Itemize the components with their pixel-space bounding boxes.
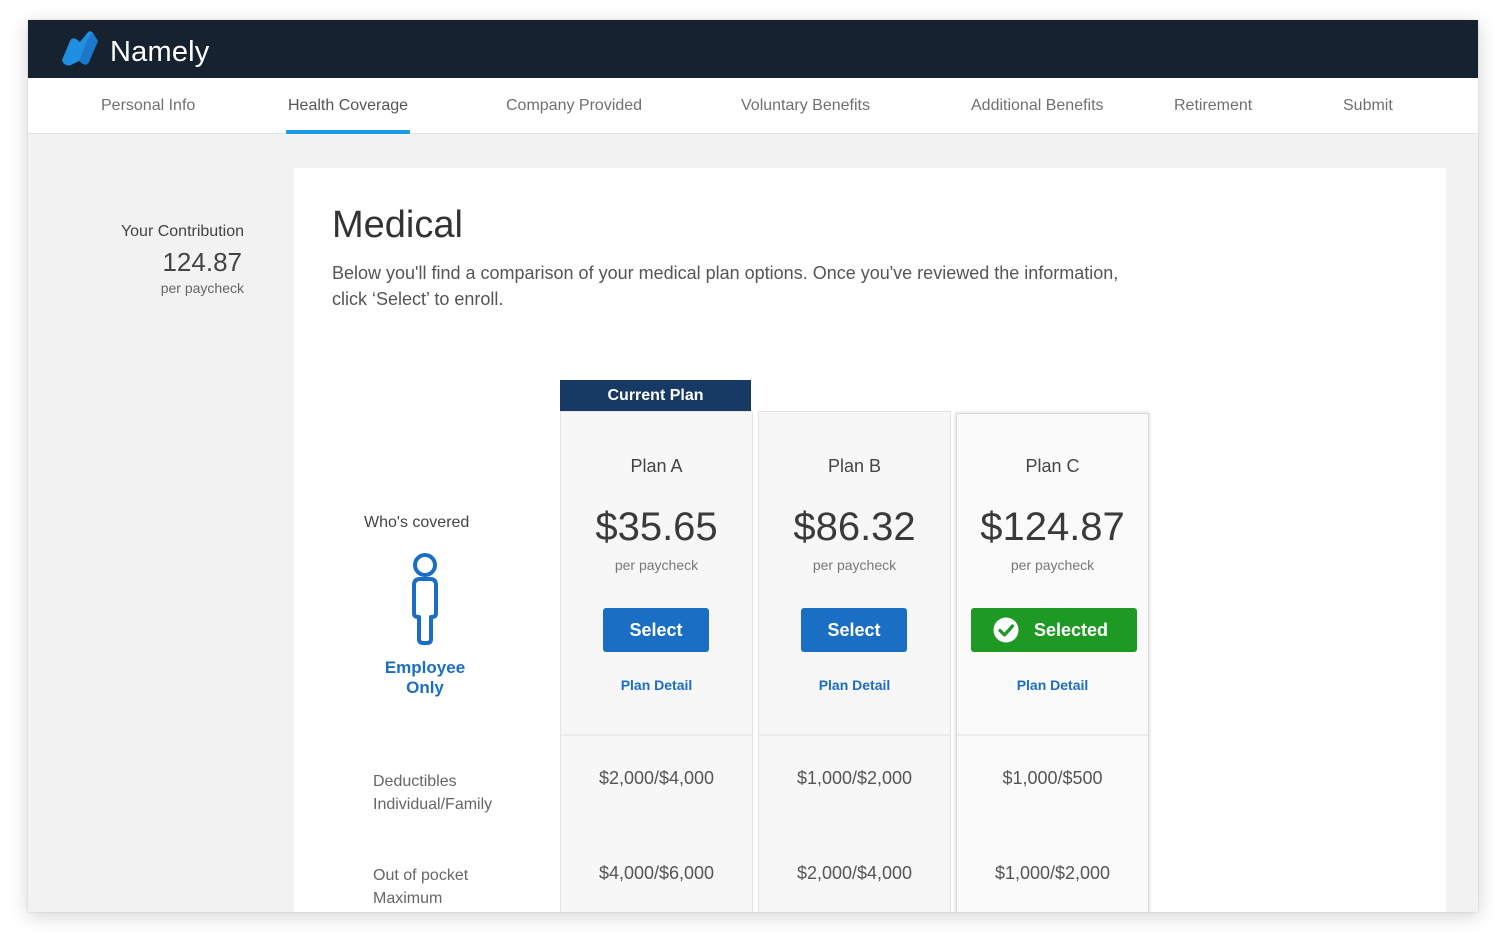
page-description: Below you'll find a comparison of your m… [332,263,1119,309]
medical-card: Medical Below you'll find a comparison o… [294,168,1446,912]
coverage-value-line2: Only [406,678,444,697]
plan-c-deductibles: $1,000/$500 [1002,768,1103,788]
out-of-pocket-label-line1: Out of pocket [373,867,469,884]
namely-logo-icon[interactable] [58,29,102,67]
contribution-label: Your Contribution [120,223,244,240]
step-tabs: Personal Info Health Coverage Company Pr… [28,78,1478,134]
plan-divider [561,734,752,736]
coverage-value-line1: Employee [384,658,466,677]
plan-name: Plan B [827,456,882,476]
out-of-pocket-label: Out of pocket Maximum [373,864,468,910]
tab-retirement[interactable]: Retirement [1174,78,1252,134]
plan-b-detail-link[interactable]: Plan Detail [759,677,950,693]
select-plan-a-button[interactable]: Select [603,608,709,652]
deductibles-label: Deductibles Individual/Family [373,770,492,816]
page-title: Medical [332,204,463,246]
whos-covered-label: Who's covered [364,514,470,531]
plan-name: Plan C [1025,456,1080,476]
plan-c-detail-link[interactable]: Plan Detail [957,677,1148,693]
plan-a-deductibles: $2,000/$4,000 [598,768,715,788]
deductibles-label-line2: Individual/Family [373,796,493,813]
checkmark-icon [993,617,1019,643]
tab-voluntary-benefits[interactable]: Voluntary Benefits [741,78,870,134]
tab-company-provided[interactable]: Company Provided [506,78,642,134]
plan-b-deductibles: $1,000/$2,000 [796,768,913,788]
tab-submit[interactable]: Submit [1343,78,1393,134]
plan-price-unit: per paycheck [1010,557,1095,573]
plan-c-out-of-pocket: $1,000/$2,000 [994,863,1111,883]
plan-a-detail-link[interactable]: Plan Detail [561,677,752,693]
plan-name: Plan A [630,456,683,476]
plan-price-unit: per paycheck [812,557,897,573]
select-plan-b-button[interactable]: Select [801,608,907,652]
plan-price-unit: per paycheck [614,557,699,573]
plan-divider [759,734,950,736]
selected-plan-c-button[interactable]: Selected [971,608,1137,652]
coverage-value: Employee Only [372,658,478,698]
brand-name: Namely [110,36,210,68]
person-icon [412,553,438,645]
plan-price: $86.32 [793,505,916,549]
plan-b-out-of-pocket: $2,000/$4,000 [796,863,913,883]
selected-label: Selected [1033,620,1109,640]
contribution-value: 124.87 [162,247,242,277]
top-bar: Namely [28,20,1478,78]
tab-additional-benefits[interactable]: Additional Benefits [971,78,1104,134]
app-window: Namely Personal Info Health Coverage Com… [28,20,1478,912]
plan-divider [957,734,1148,736]
contribution-unit: per paycheck [160,280,244,296]
plan-card-a: Plan A $35.65 per paycheck Select Plan D… [560,411,753,912]
plan-price: $124.87 [980,505,1125,549]
out-of-pocket-label-line2: Maximum [373,890,443,907]
tab-personal-info[interactable]: Personal Info [101,78,195,134]
plan-card-b: Plan B $86.32 per paycheck Select Plan D… [758,411,951,912]
tab-health-coverage[interactable]: Health Coverage [285,78,411,134]
plan-card-c: Plan C $124.87 per paycheck Selected Pla… [956,413,1149,912]
plan-a-out-of-pocket: $4,000/$6,000 [598,863,715,883]
plan-price: $35.65 [595,505,718,549]
deductibles-label-line1: Deductibles [373,773,457,790]
current-plan-badge: Current Plan [560,380,751,411]
